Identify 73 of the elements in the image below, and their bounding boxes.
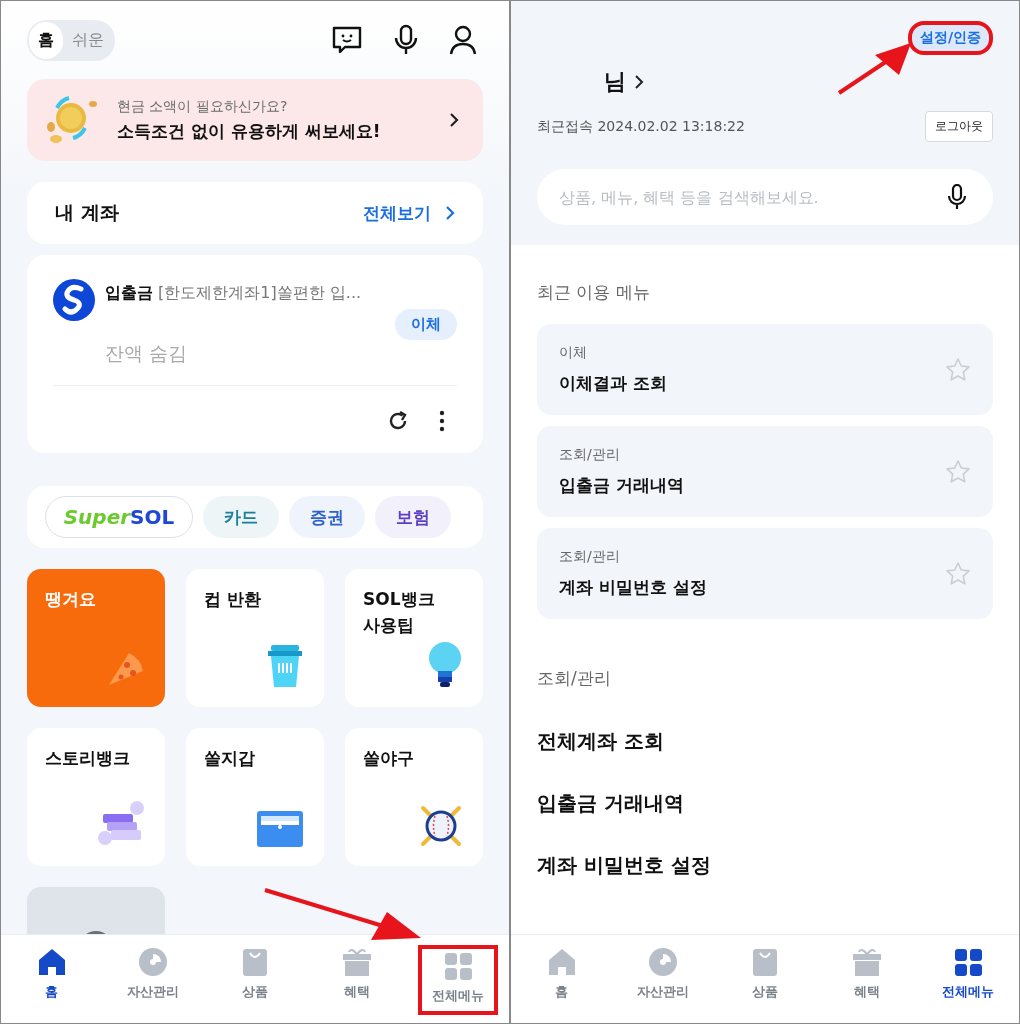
star-icon[interactable] <box>945 356 971 383</box>
service-tile[interactable]: 쏠야구 <box>345 728 483 866</box>
service-tile[interactable]: 스토리뱅크 <box>27 728 165 866</box>
mode-option[interactable]: 홈 <box>29 21 63 59</box>
pie-chart-icon <box>137 947 170 977</box>
service-tile[interactable]: 컵 반환 <box>186 569 324 707</box>
nav-tab[interactable]: 홈 <box>11 945 92 1015</box>
service-chip[interactable]: 보험 <box>375 496 451 538</box>
nav-tab[interactable]: 자산관리 <box>113 945 194 1015</box>
menu-item[interactable]: 전체계좌 조회 <box>537 728 993 755</box>
chatbot-icon[interactable] <box>331 25 363 55</box>
last-login-text: 최근접속 2024.02.02 13:18:22 <box>537 117 745 136</box>
menu-item[interactable]: 입출금 거래내역 <box>537 790 993 817</box>
account-card[interactable]: 입출금 [한도제한계좌1]쏠편한 입... 잔액 숨김 이체 <box>27 255 483 453</box>
nav-tab[interactable]: 상품 <box>215 945 295 1015</box>
gift-icon <box>850 947 883 977</box>
banner-title: 소득조건 없이 유용하게 써보세요! <box>117 119 382 143</box>
menu-title: 이체결과 조회 <box>559 372 667 395</box>
chevron-right-icon <box>445 205 455 221</box>
banner-subtitle: 현금 소액이 필요하신가요? <box>117 97 289 116</box>
nav-tab[interactable]: 전체메뉴 <box>928 945 1009 1015</box>
section-title: 최근 이용 메뉴 <box>537 281 651 304</box>
bank-logo-icon <box>53 279 95 321</box>
service-chip[interactable]: 증권 <box>289 496 365 538</box>
grid-icon <box>952 947 985 977</box>
menu-item[interactable]: 계좌 비밀번호 설정 <box>537 852 993 879</box>
account-name: 입출금 [한도제한계좌1]쏠편한 입... <box>105 283 362 304</box>
baseball-icon <box>419 804 463 848</box>
menu-category: 이체 <box>559 344 588 362</box>
menu-category: 조회/관리 <box>559 548 621 566</box>
nav-tab[interactable]: 상품 <box>725 945 805 1015</box>
section-title: 조회/관리 <box>537 667 612 690</box>
search-field[interactable]: 상품, 메뉴, 혜택 등을 검색해보세요. <box>537 169 993 225</box>
recent-menu-card[interactable]: 조회/관리 계좌 비밀번호 설정 <box>537 528 993 619</box>
user-icon[interactable] <box>449 25 477 55</box>
logout-button[interactable]: 로그아웃 <box>925 111 993 142</box>
nav-tab[interactable]: 혜택 <box>826 945 907 1015</box>
section-title: 내 계좌 <box>55 200 119 225</box>
star-icon[interactable] <box>945 458 971 485</box>
menu-category: 조회/관리 <box>559 446 621 464</box>
mode-toggle[interactable]: 홈 쉬운 <box>27 19 115 61</box>
chat-bubbles-icon <box>97 800 145 848</box>
wallet-icon <box>256 810 304 848</box>
more-icon[interactable] <box>439 410 445 432</box>
hidden-balance: 잔액 숨김 <box>105 341 188 366</box>
microphone-icon[interactable] <box>393 24 419 56</box>
menu-title: 계좌 비밀번호 설정 <box>559 576 707 599</box>
grid-icon <box>442 951 475 981</box>
service-tile[interactable]: SOL뱅크 사용팁 <box>345 569 483 707</box>
transfer-button[interactable]: 이체 <box>395 309 457 340</box>
chevron-right-icon <box>449 112 459 128</box>
chevron-right-icon <box>634 74 644 90</box>
settings-button[interactable]: 설정/인증 <box>907 21 993 55</box>
supersol-button[interactable]: SuperSOL <box>45 496 193 538</box>
microphone-icon[interactable] <box>947 184 967 210</box>
recent-menu-card[interactable]: 조회/관리 입출금 거래내역 <box>537 426 993 517</box>
refresh-icon[interactable] <box>387 410 409 432</box>
nav-tab[interactable]: 홈 <box>521 945 602 1015</box>
cup-icon <box>266 643 304 689</box>
promo-banner[interactable]: 현금 소액이 필요하신가요? 소득조건 없이 유용하게 써보세요! <box>27 79 483 161</box>
gift-icon <box>340 947 373 977</box>
nav-tab[interactable]: 전체메뉴 <box>418 945 499 1015</box>
recent-menu-card[interactable]: 이체 이체결과 조회 <box>537 324 993 415</box>
view-all-link[interactable]: 전체보기 <box>363 201 455 225</box>
pie-chart-icon <box>647 947 680 977</box>
menu-title: 입출금 거래내역 <box>559 474 684 497</box>
nav-tab[interactable]: 자산관리 <box>623 945 704 1015</box>
user-greeting[interactable]: 님 <box>604 67 626 97</box>
nav-tab[interactable]: 혜택 <box>316 945 397 1015</box>
light-bulb-icon <box>427 641 463 689</box>
star-icon[interactable] <box>945 560 971 587</box>
service-tile[interactable]: 쏠지갑 <box>186 728 324 866</box>
service-chip[interactable]: 카드 <box>203 496 279 538</box>
